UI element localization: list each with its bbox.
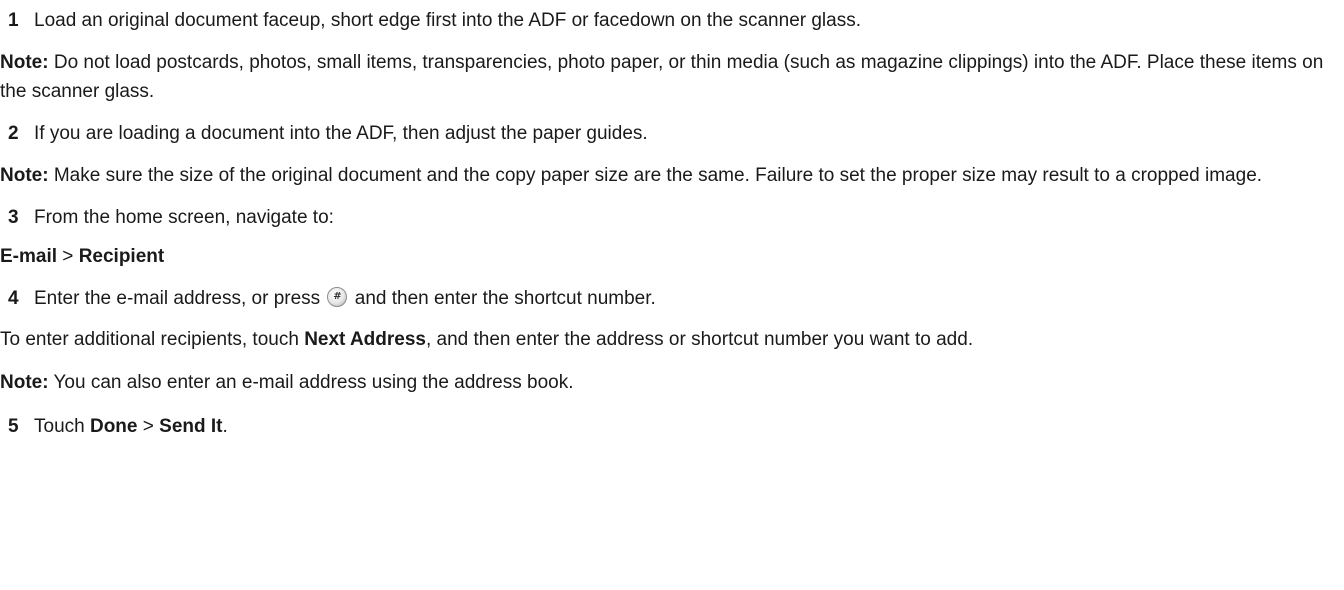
next-address-label: Next Address [304, 329, 426, 350]
note-4: Note: You can also enter an e-mail addre… [0, 368, 1338, 397]
note-text: Make sure the size of the original docum… [48, 165, 1263, 186]
step-text: Touch Done > Send It. [34, 412, 1338, 441]
additional-text-before: To enter additional recipients, touch [0, 329, 305, 350]
step-4: 4 Enter the e-mail address, or press and… [0, 282, 1338, 313]
note-label: Note: [0, 52, 49, 73]
step-3: 3 From the home screen, navigate to: [0, 203, 1338, 232]
step-text-after-icon: and then enter the shortcut number. [349, 288, 656, 309]
note-text: Do not load postcards, photos, small ite… [0, 52, 1324, 102]
path-separator: > [57, 246, 79, 267]
step-number: 3 [8, 207, 19, 228]
step-text-before-icon: Enter the e-mail address, or press [34, 288, 326, 309]
step-number: 4 [8, 288, 19, 309]
step-number: 1 [8, 10, 19, 31]
note-label: Note: [0, 372, 49, 393]
step-text-after: . [222, 416, 228, 437]
step-5: 5 Touch Done > Send It. [0, 412, 1338, 441]
note-label: Note: [0, 165, 49, 186]
send-it-label: Send It [159, 416, 223, 437]
path-separator: > [137, 416, 160, 437]
step-text: Load an original document faceup, short … [34, 10, 862, 31]
step-number: 5 [8, 416, 19, 437]
step-text: If you are loading a document into the A… [34, 123, 648, 144]
hash-key-icon [327, 282, 348, 311]
step-2: 2 If you are loading a document into the… [0, 119, 1338, 148]
note-1: Note: Do not load postcards, photos, sma… [0, 48, 1338, 106]
step-number: 2 [8, 123, 19, 144]
step-text: Enter the e-mail address, or press and t… [34, 282, 1338, 313]
additional-text-after: , and then enter the address or shortcut… [425, 329, 974, 350]
note-2: Note: Make sure the size of the original… [0, 161, 1338, 190]
done-label: Done [89, 416, 138, 437]
path-email: E-mail [0, 246, 58, 267]
navigation-path: E-mail > Recipient [0, 242, 1338, 271]
step-4-additional: To enter additional recipients, touch Ne… [0, 325, 1338, 354]
note-text: You can also enter an e-mail address usi… [48, 372, 574, 393]
step-1: 1 Load an original document faceup, shor… [0, 6, 1338, 35]
step-text-before: Touch [34, 416, 90, 437]
step-text: From the home screen, navigate to: [34, 207, 334, 228]
path-recipient: Recipient [78, 246, 165, 267]
document-page: 1 Load an original document faceup, shor… [0, 0, 1344, 590]
